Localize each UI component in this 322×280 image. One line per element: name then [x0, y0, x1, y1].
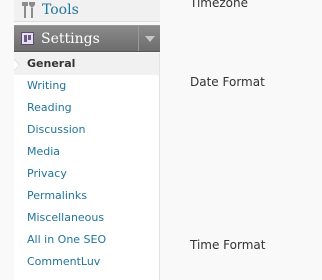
admin-sidebar: Tools Settings General Writing Reading D…: [0, 0, 160, 280]
settings-toggle-button[interactable]: [138, 26, 160, 51]
menu-item-settings-label: Settings: [41, 31, 100, 47]
time-format-label: Time Format: [190, 238, 266, 252]
settings-submenu: General Writing Reading Discussion Media…: [14, 53, 160, 280]
menu-item-settings[interactable]: Settings: [14, 25, 160, 52]
chevron-down-icon: [145, 36, 155, 42]
menu-item-tools[interactable]: Tools: [14, 0, 160, 22]
settings-form: Timezone Date Format Time Format: [160, 0, 322, 280]
date-format-label: Date Format: [190, 75, 265, 89]
timezone-label: Timezone: [190, 0, 248, 10]
submenu-item-all-in-one-seo[interactable]: All in One SEO: [14, 229, 159, 251]
submenu-item-media[interactable]: Media: [14, 141, 159, 163]
settings-icon: [21, 32, 34, 45]
menu-item-tools-label: Tools: [42, 2, 79, 18]
tools-icon: [22, 1, 36, 19]
submenu-item-privacy[interactable]: Privacy: [14, 163, 159, 185]
submenu-item-writing[interactable]: Writing: [14, 75, 159, 97]
submenu-item-general[interactable]: General: [14, 53, 159, 75]
current-item-pointer: [14, 60, 19, 70]
submenu-item-reading[interactable]: Reading: [14, 97, 159, 119]
submenu-item-permalinks[interactable]: Permalinks: [14, 185, 159, 207]
submenu-item-miscellaneous[interactable]: Miscellaneous: [14, 207, 159, 229]
submenu-item-commentluv[interactable]: CommentLuv: [14, 251, 159, 273]
submenu-item-discussion[interactable]: Discussion: [14, 119, 159, 141]
